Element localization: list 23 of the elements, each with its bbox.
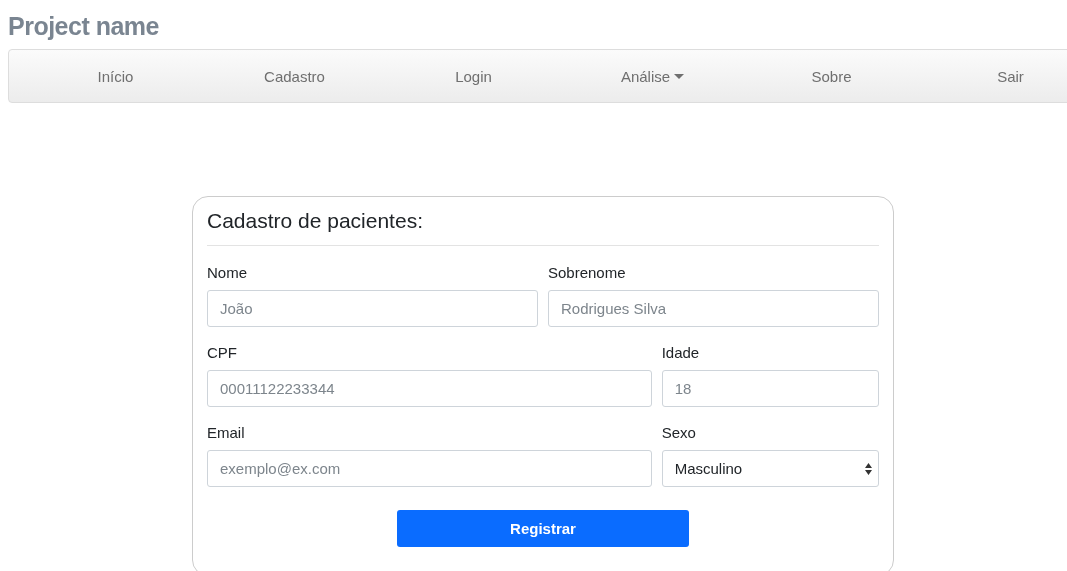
field-label: Sexo	[661, 424, 696, 441]
updown-icon	[865, 462, 872, 475]
nav-dropdown[interactable]: Análise	[620, 67, 685, 85]
field-label: Sobrenome	[548, 264, 626, 281]
input-field[interactable]: 18	[661, 370, 879, 407]
form-title: Cadastro de pacientes:	[207, 209, 423, 233]
input-field[interactable]: 00011122233344	[207, 370, 652, 407]
field-label: Idade	[661, 344, 700, 361]
nav-link[interactable]: Login	[455, 67, 492, 85]
nav-link[interactable]: Sobre	[811, 67, 852, 85]
input-field[interactable]: exemplo@ex.com	[207, 450, 652, 487]
nav-link[interactable]: Sair	[997, 67, 1024, 85]
register-button[interactable]: Registrar	[397, 510, 689, 547]
field-label: Email	[207, 424, 245, 441]
input-field[interactable]: Rodrigues Silva	[548, 290, 879, 327]
nav-link[interactable]: Início	[97, 67, 134, 85]
nav-link[interactable]: Cadastro	[264, 67, 325, 85]
input-field[interactable]: João	[207, 290, 538, 327]
select-field[interactable]: Masculino	[661, 450, 879, 487]
project-name: Project name	[8, 12, 159, 42]
field-label: Nome	[207, 264, 247, 281]
field-label: CPF	[207, 344, 237, 361]
caret-icon	[674, 73, 685, 79]
